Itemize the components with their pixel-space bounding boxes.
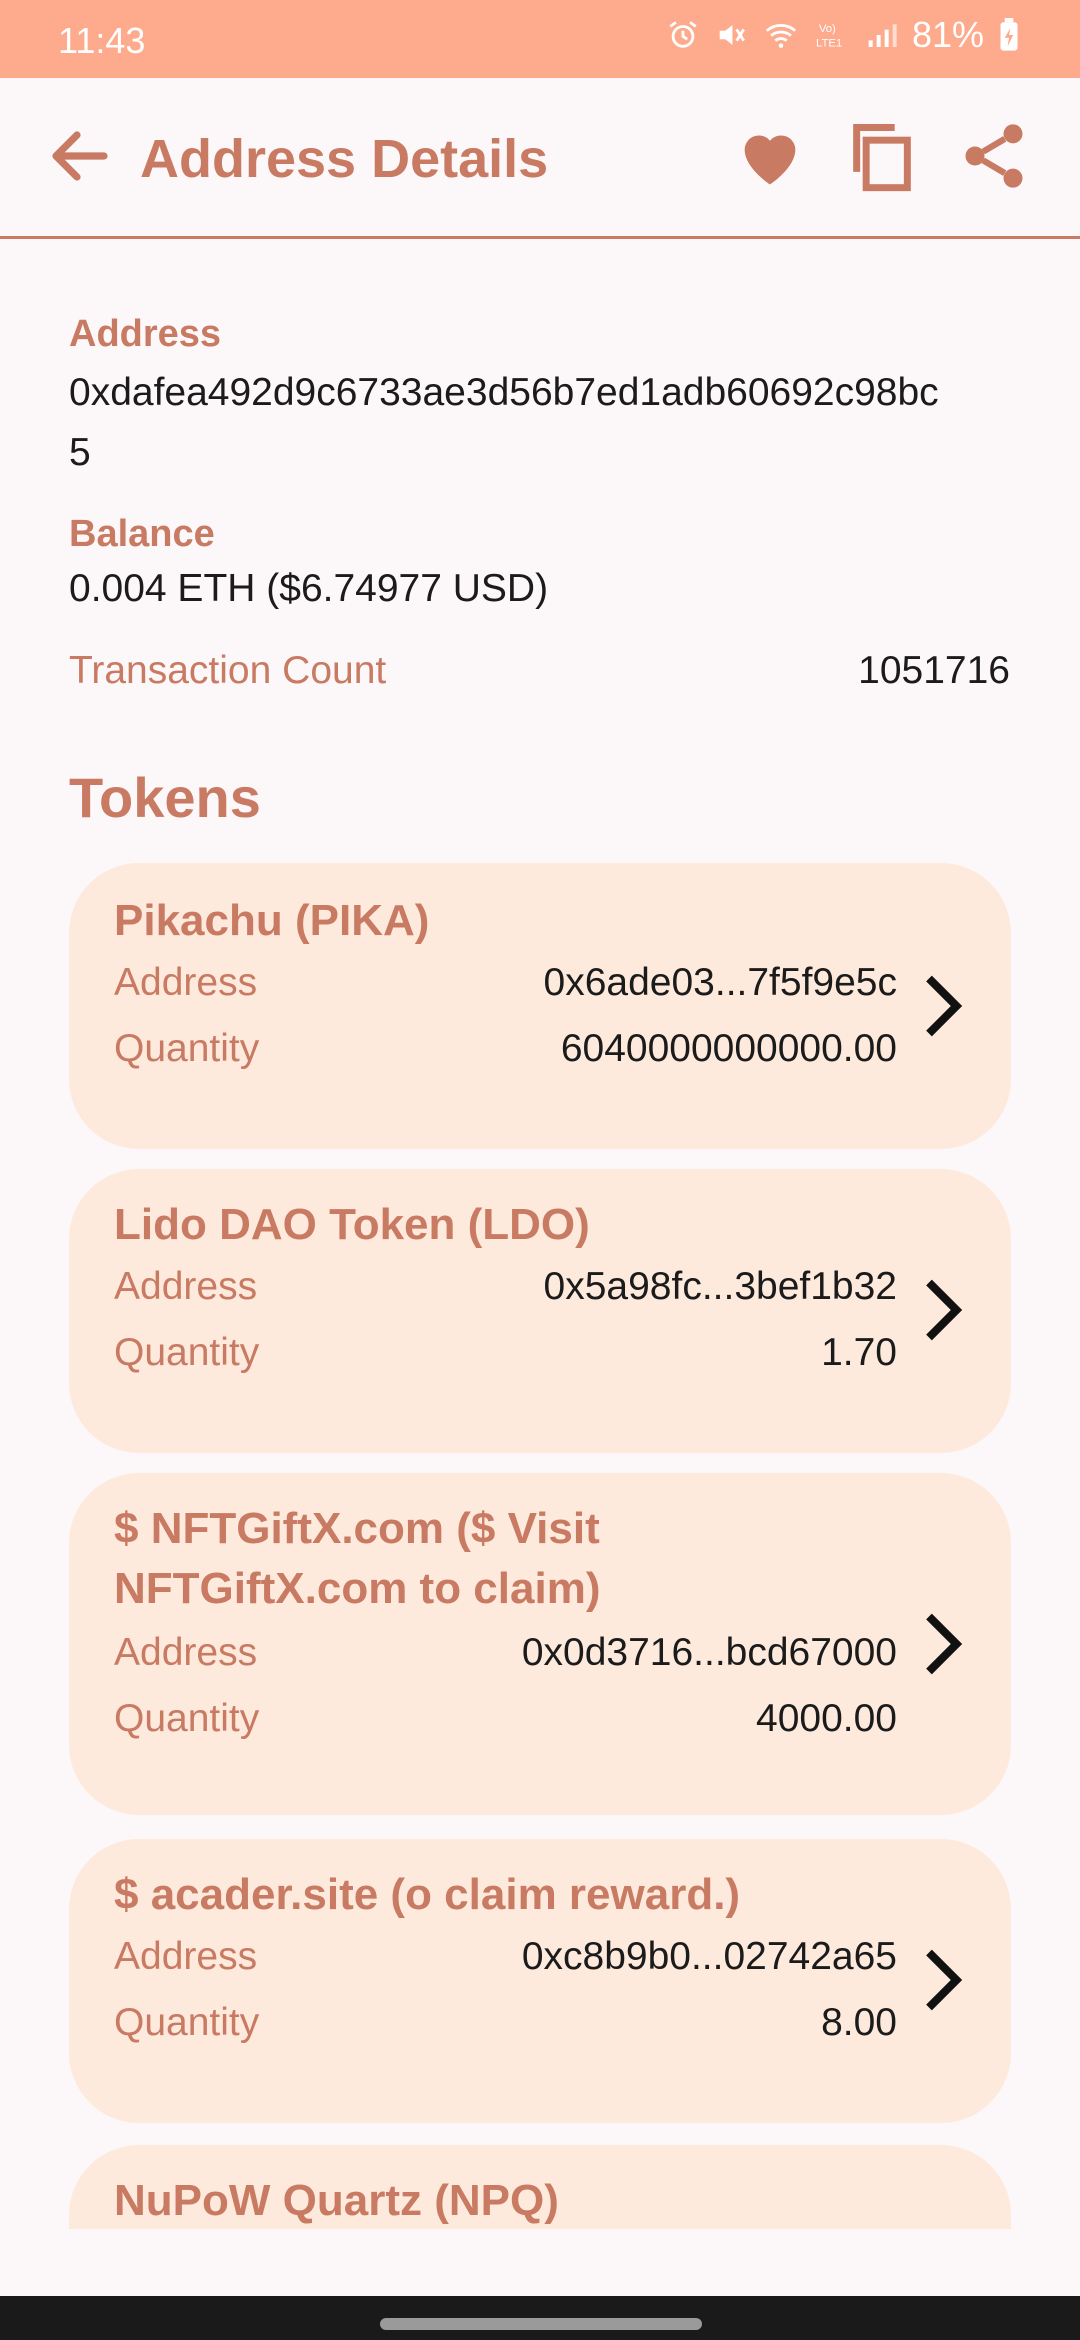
share-icon[interactable] [956,118,1032,194]
token-name: NuPoW Quartz (NPQ) [114,2176,559,2225]
token-card-pikachu[interactable]: Pikachu (PIKA) Address 0x6ade03...7f5f9e… [69,863,1011,1149]
transaction-count-label: Transaction Count [69,649,387,692]
signal-icon [868,24,897,47]
token-address-value: 0x0d3716...bcd67000 [521,1631,897,1674]
volte-icon: Vo) LTE1 [816,23,842,49]
svg-text:Vo): Vo) [819,23,836,35]
token-card-ldo[interactable]: Lido DAO Token (LDO) Address 0x5a98fc...… [69,1169,1011,1453]
token-quantity-value: 6040000000000.00 [560,1027,897,1070]
token-address-value: 0x6ade03...7f5f9e5c [543,961,897,1004]
token-address-label: Address [114,1631,258,1674]
token-address-label: Address [114,1935,258,1978]
token-name-line1: $ NFTGiftX.com ($ Visit [114,1504,600,1553]
token-quantity-label: Quantity [114,2001,260,2044]
token-address-label: Address [114,961,258,1004]
favorite-icon[interactable] [732,118,808,194]
chevron-right-icon[interactable] [919,1609,969,1679]
copy-icon[interactable] [844,118,920,194]
transaction-count-value: 1051716 [858,649,1010,692]
battery-percent: 81% [911,14,984,55]
svg-text:LTE1: LTE1 [816,37,842,49]
balance-value: 0.004 ETH ($6.74977 USD) [69,567,549,610]
back-button[interactable] [44,120,116,192]
tokens-title: Tokens [69,766,261,829]
token-name: Pikachu (PIKA) [114,896,430,945]
wifi-icon [765,24,797,48]
token-address-value: 0xc8b9b0...02742a65 [521,1935,897,1978]
address-value-line1: 0xdafea492d9c6733ae3d56b7ed1adb60692c98b… [69,371,939,414]
alarm-icon [669,21,697,48]
home-gesture-handle[interactable] [380,2318,702,2330]
status-bar: 11:43 Vo) LTE1 81% [0,0,1080,78]
token-card-npq[interactable]: NuPoW Quartz (NPQ) [69,2145,1011,2229]
chevron-right-icon[interactable] [919,971,969,1041]
token-address-value: 0x5a98fc...3bef1b32 [543,1265,897,1308]
address-label: Address [69,313,222,355]
mute-icon [719,25,745,45]
token-quantity-value: 1.70 [821,1331,897,1374]
battery-charging-icon [1000,18,1018,51]
page-title: Address Details [140,129,549,189]
token-name: $ acader.site (o claim reward.) [114,1870,741,1919]
token-card-acader[interactable]: $ acader.site (o claim reward.) Address … [69,1839,1011,2123]
token-card-nftgiftx[interactable]: $ NFTGiftX.com ($ Visit NFTGiftX.com to … [69,1473,1011,1815]
chevron-right-icon[interactable] [919,1945,969,2015]
token-quantity-label: Quantity [114,1697,260,1740]
status-icons: Vo) LTE1 81% [666,14,1020,56]
address-value-line2: 5 [69,431,91,474]
status-time: 11:43 [58,20,146,61]
token-quantity-value: 8.00 [821,2001,897,2044]
address-details-content[interactable]: Address 0xdafea492d9c6733ae3d56b7ed1adb6… [0,239,1080,2229]
chevron-right-icon[interactable] [919,1275,969,1345]
token-name: Lido DAO Token (LDO) [114,1200,590,1249]
token-quantity-label: Quantity [114,1331,260,1374]
token-quantity-label: Quantity [114,1027,260,1070]
token-quantity-value: 4000.00 [756,1697,897,1740]
token-name-line2: NFTGiftX.com to claim) [114,1564,601,1613]
token-address-label: Address [114,1265,258,1308]
balance-label: Balance [69,513,215,555]
